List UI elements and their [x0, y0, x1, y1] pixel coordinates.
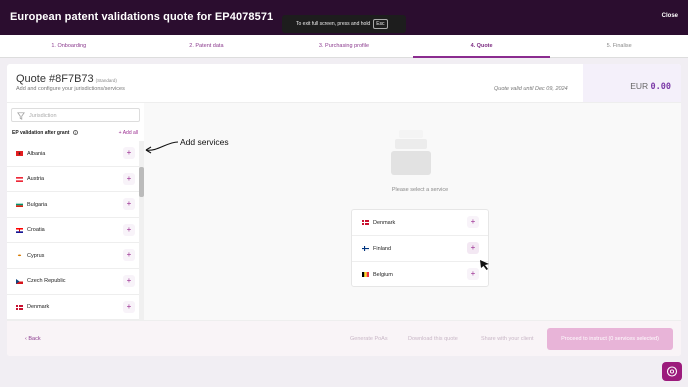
austria-flag-icon	[16, 176, 23, 182]
services-panel: Please select a service Denmark + Finlan…	[144, 102, 681, 320]
bulgaria-flag-icon	[16, 202, 23, 208]
service-name: Finland	[373, 245, 392, 252]
add-button[interactable]: +	[123, 300, 135, 313]
add-button[interactable]: +	[123, 172, 135, 185]
empty-state-icon	[391, 130, 431, 175]
close-button[interactable]: Close	[662, 13, 678, 19]
step-quote[interactable]: 4. Quote	[412, 35, 551, 58]
fullscreen-toast: To exit full screen, press and hold Esc	[282, 15, 406, 33]
list-item[interactable]: Cyprus +	[7, 243, 139, 269]
footer-bar: ‹ Back Generate PoAs Download this quote…	[7, 320, 681, 356]
total-amount: EUR 0.00	[630, 81, 671, 92]
denmark-flag-icon	[16, 304, 23, 310]
add-button[interactable]: +	[467, 268, 479, 280]
add-button[interactable]: +	[123, 147, 135, 159]
quote-number: Quote #8F7B73	[16, 73, 94, 85]
quote-valid-until: Quote valid until Dec 09, 2024	[494, 86, 568, 92]
annotation-label: Add services	[180, 137, 229, 147]
stepper: 1. Onboarding 2. Patent data 3. Purchasi…	[0, 35, 688, 58]
step-purchasing-profile[interactable]: 3. Purchasing profile	[275, 35, 413, 57]
amount: 0.00	[650, 82, 671, 92]
add-all-button[interactable]: + Add all	[119, 130, 138, 136]
add-button[interactable]: +	[467, 216, 479, 228]
quote-subtitle: Add and configure your jurisdictions/ser…	[16, 86, 125, 92]
share-with-client-button[interactable]: Share with your client	[481, 336, 534, 342]
mouse-cursor-icon	[480, 260, 489, 270]
jurisdiction-name: Czech Republic	[27, 278, 66, 285]
jurisdiction-name: Austria	[27, 176, 45, 183]
back-button[interactable]: ‹ Back	[25, 336, 41, 342]
group-title: EP validation after grant	[12, 130, 70, 136]
step-finalise[interactable]: 5. Finalise	[550, 35, 688, 57]
service-name: Belgium	[373, 271, 393, 278]
add-button[interactable]: +	[123, 249, 135, 262]
jurisdiction-name: Bulgaria	[27, 201, 48, 208]
currency: EUR	[630, 81, 649, 91]
jurisdiction-search-input[interactable]: Jurisdiction	[11, 108, 140, 122]
page-title: European patent validations quote for EP…	[10, 11, 274, 23]
add-button[interactable]: +	[123, 198, 135, 211]
jurisdiction-name: Croatia	[27, 227, 45, 234]
add-button[interactable]: +	[123, 223, 135, 236]
list-item[interactable]: Denmark +	[7, 295, 139, 321]
empty-state-text: Please select a service	[391, 187, 449, 193]
jurisdiction-name: Denmark	[27, 304, 50, 311]
czech-republic-flag-icon	[16, 278, 23, 284]
quote-total: EUR 0.00	[583, 64, 681, 102]
filter-icon	[17, 112, 25, 120]
jurisdiction-name: Cyprus	[27, 252, 45, 259]
denmark-flag-icon	[362, 220, 369, 225]
search-placeholder: Jurisdiction	[29, 113, 57, 119]
proceed-button[interactable]: Proceed to instruct (0 services selected…	[547, 328, 673, 350]
help-button[interactable]	[662, 362, 682, 381]
cyprus-flag-icon	[16, 253, 23, 259]
croatia-flag-icon	[16, 227, 23, 233]
belgium-flag-icon	[362, 272, 369, 277]
fullscreen-toast-text: To exit full screen, press and hold	[296, 21, 371, 27]
list-item[interactable]: Austria +	[7, 167, 139, 193]
list-item[interactable]: Croatia +	[7, 218, 139, 244]
jurisdiction-name: Albania	[27, 150, 46, 157]
generate-poas-button[interactable]: Generate PoAs	[350, 336, 388, 342]
list-item[interactable]: Czech Republic +	[7, 269, 139, 295]
download-quote-button[interactable]: Download this quote	[408, 336, 458, 342]
finland-flag-icon	[362, 246, 369, 251]
step-patent-data[interactable]: 2. Patent data	[138, 35, 276, 57]
quote-title: Quote #8F7B73 (Standard)	[16, 73, 117, 85]
jurisdiction-sidebar: Jurisdiction EP validation after grant i…	[7, 102, 144, 321]
group-header: EP validation after grant i + Add all	[12, 130, 138, 140]
quote-type: (Standard)	[95, 78, 117, 83]
add-button[interactable]: +	[467, 242, 479, 254]
quote-card: Quote #8F7B73 (Standard) Add and configur…	[7, 64, 681, 356]
list-item[interactable]: Finland +	[352, 236, 488, 262]
step-onboarding[interactable]: 1. Onboarding	[0, 35, 138, 57]
help-icon	[666, 366, 678, 377]
list-item[interactable]: Belgium +	[352, 262, 488, 288]
info-icon[interactable]: i	[72, 130, 78, 136]
list-item[interactable]: Bulgaria +	[7, 192, 139, 218]
albania-flag-icon	[16, 151, 23, 156]
esc-key-hint: Esc	[373, 19, 388, 29]
add-button[interactable]: +	[123, 274, 135, 287]
jurisdiction-list: Albania + Austria + Bulgaria + Croatia +…	[7, 141, 139, 321]
list-item[interactable]: Albania +	[7, 141, 139, 167]
annotation-arrow-icon	[145, 141, 179, 154]
list-item[interactable]: Denmark +	[352, 210, 488, 236]
service-name: Denmark	[373, 219, 396, 226]
selected-services-list: Denmark + Finland + Belgium +	[351, 209, 489, 287]
